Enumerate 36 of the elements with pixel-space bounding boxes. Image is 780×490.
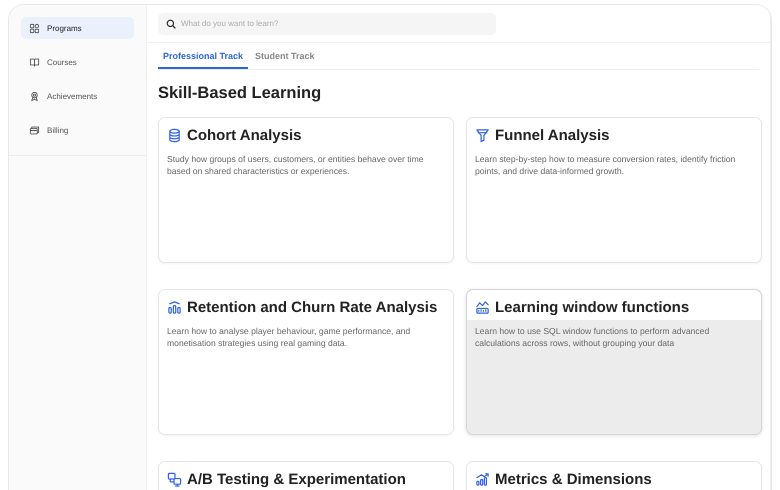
book-icon: [29, 56, 40, 68]
cards-icon: [29, 124, 40, 136]
search-input[interactable]: What do you want to learn?: [181, 19, 488, 28]
database-icon: [167, 128, 182, 143]
search-icon: [166, 18, 176, 28]
course-card[interactable]: Funnel Analysis Learn step-by-step how to measure conversion rates, identify friction points, and drive data-informed growth.: [466, 117, 762, 263]
card-title: Retention and Churn Rate Analysis: [187, 299, 438, 316]
funnel-icon: [475, 128, 490, 143]
course-card[interactable]: Cohort Analysis Study how groups of users, customers, or entities behave over time based on shared characteristics or experiences.: [158, 117, 454, 263]
course-card[interactable]: A/B Testing & Experimentation: [158, 461, 454, 490]
ab-screens-icon: [167, 472, 182, 487]
sidebar-item[interactable]: Programs: [21, 17, 134, 39]
card-description: Learn how to analyse player behaviour, game performance, and monetisation strategies using real gaming data.: [167, 326, 412, 349]
card-title: Metrics & Dimensions: [495, 471, 652, 488]
card-title: A/B Testing & Experimentation: [187, 471, 406, 488]
card-title: Funnel Analysis: [495, 127, 610, 144]
track-tab[interactable]: Student Track: [250, 47, 320, 69]
search-field[interactable]: What do you want to learn?: [158, 12, 496, 34]
card-description: Learn step-by-step how to measure conversion rates, identify friction points, and drive data-informed growth.: [475, 154, 736, 177]
card-title: Cohort Analysis: [187, 127, 302, 144]
track-tab[interactable]: Professional Track: [158, 47, 248, 69]
sidebar-item[interactable]: Achievements: [21, 85, 134, 107]
grid-icon: [29, 22, 40, 34]
course-card[interactable]: Metrics & Dimensions: [466, 461, 762, 490]
bar-chart-icon: [167, 300, 182, 315]
card-description: Study how groups of users, customers, or entities behave over time based on shared characteristics or experiences.: [167, 154, 425, 177]
section-heading: Skill-Based Learning: [158, 84, 322, 103]
growth-chart-icon: [475, 472, 490, 487]
award-icon: [29, 90, 40, 102]
card-title: Learning window functions: [495, 299, 690, 316]
chart-icon: [475, 300, 490, 315]
course-card[interactable]: Retention and Churn Rate Analysis Learn how to analyse player behaviour, game performance, and monetisation strategies using real gaming data.: [158, 289, 454, 435]
sidebar-item[interactable]: Courses: [21, 51, 134, 73]
sidebar-item[interactable]: Billing: [21, 119, 134, 141]
course-card[interactable]: Learning window functions Learn how to use SQL window functions to perform advanced calculations across rows, without grouping your data: [466, 289, 762, 435]
card-description: Learn how to use SQL window functions to perform advanced calculations across rows, without grouping your data: [475, 326, 710, 349]
